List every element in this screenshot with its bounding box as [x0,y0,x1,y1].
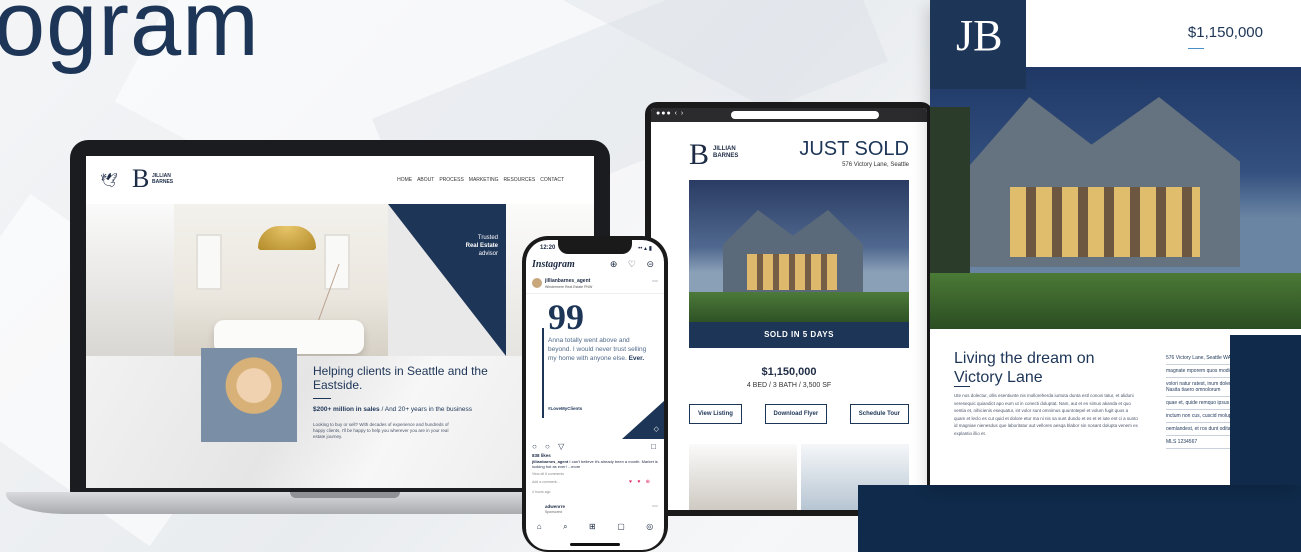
listing-specs: 4 BED / 3 BATH / 3,500 SF [746,382,832,389]
hero-navy-triangle [388,204,506,356]
address-bar[interactable] [731,111,879,119]
listing-photo: SOLD IN 5 DAYS [689,180,909,348]
download-flyer-button[interactable]: Download Flyer [764,404,828,424]
trusted-advisor-label: Trusted Real Estate advisor [466,234,498,258]
hero-body: Looking to buy or sell? With decades of … [313,422,449,439]
status-time: 12:20 [540,245,556,251]
lawn [930,273,1301,329]
flyer-body: Ute nos dolectur, ollis esentiunte nis m… [954,393,1138,436]
quote-mark-icon: 99 [548,297,584,337]
browser-chrome: ●●● ‹ › [651,108,927,122]
flyer-navy-side [1230,335,1301,485]
testimonial-text: Anna totally went above and beyond. I wo… [548,336,648,363]
post-action-icons[interactable]: ○ ○ ▽ [532,442,567,451]
post-username[interactable]: jillianbarnes_agent [545,278,590,284]
kitchen-thumbnail[interactable] [689,444,797,510]
instagram-logo: Instagram [532,259,575,270]
hero-rule [313,398,331,399]
schedule-tour-button[interactable]: Schedule Tour [849,404,909,424]
hero-stat: $200+ million in sales / And 20+ years i… [313,406,472,413]
avatar[interactable] [532,278,542,288]
home-indicator [570,543,620,546]
agent-portrait [201,348,297,442]
nav-link-home[interactable]: HOME [397,177,412,183]
header-icons[interactable]: ⊕ ♡ ⊝ [610,259,658,270]
lawn [689,292,909,322]
nav-link-marketing[interactable]: MARKETING [469,177,499,183]
view-listing-button[interactable]: View Listing [689,404,742,424]
tab-bar: ⌂ ⌕ ⊞ ▢ ◎ [526,522,664,540]
reels-icon[interactable]: ⊞ [589,522,596,540]
sold-banner: SOLD IN 5 DAYS [689,322,909,348]
listing-address: 576 Victory Lane, Seattle [842,162,909,168]
laptop-notch [290,492,400,498]
trusted-bold: Real Estate [465,243,498,249]
more-icon[interactable]: ⋯ [652,503,658,510]
post-image: 99 Anna totally went above and beyond. I… [526,293,664,439]
home-icon[interactable]: ⌂ [537,522,542,540]
post-caption: jillianbarnes_agent I can't believe it's… [532,459,660,469]
windermere-logo-icon: 🕊 [100,172,118,188]
bookmark-icon[interactable]: □ [651,442,656,451]
logo-name: JILLIAN BARNES [713,146,739,159]
listing-actions: View Listing Download Flyer Schedule Tou… [689,404,909,424]
trusted-prefix: Trusted [477,235,498,241]
sponsored-username[interactable]: adwenrre [545,504,565,509]
add-comment-input[interactable]: Add a comment... [532,480,559,484]
just-sold-heading: JUST SOLD [799,138,909,160]
phone-screen: 12:20 •• ▴ ▮ Instagram ⊕ ♡ ⊝ jillianbarn… [526,240,664,550]
shop-icon[interactable]: ▢ [617,522,625,540]
phone-notch [558,240,632,254]
nav-link-about[interactable]: ABOUT [417,177,434,183]
more-icon[interactable]: ⋯ [652,278,658,285]
hero-stat-rest: / And 20+ years in the business [379,406,472,413]
listing-price: $1,150,000 [761,366,817,378]
search-icon[interactable]: ⌕ [563,522,567,540]
hero-title: Helping clients in Seattle and the Easts… [313,364,488,392]
laptop-screen: 🕊 B JILLIAN BARNES HOME ABOUT PROCESS MA… [86,156,594,488]
testimonial-bold: Ever. [628,355,645,362]
jb-logo-icon: B [132,164,150,193]
post-time: 4 hours ago [532,490,551,494]
flyer-logo-box: JB [930,0,1026,89]
post-subtitle: Windermere Real Estate PNW [545,285,593,289]
nav-link-resources[interactable]: RESOURCES [504,177,536,183]
hero-image-living-room [174,204,388,356]
site-nav: HOME ABOUT PROCESS MARKETING RESOURCES C… [397,177,564,183]
sponsored-label: Sponsored [545,510,562,514]
jb-logo-icon: B [689,138,710,171]
flyer-title: Living the dream on Victory Lane [954,350,1095,386]
hero-stat-bold: $200+ million in sales [313,406,380,413]
windermere-logo-icon: ◇ [653,426,659,433]
reaction-icons[interactable]: ♥ ♥ ⊕ [629,479,652,485]
like-count: 838 likes [532,453,551,458]
room-window [196,234,222,290]
house-windows [747,254,837,290]
price-rule [1188,48,1204,49]
view-comments-link[interactable]: View all 6 comments [532,472,564,476]
jb-logo-icon: JB [956,11,1003,60]
hero-image-left [86,204,174,356]
nav-link-contact[interactable]: CONTACT [540,177,564,183]
title-rule [954,386,970,387]
tablet-screen: ●●● ‹ › B JILLIAN BARNES JUST SOLD 576 V… [651,108,927,510]
nav-link-process[interactable]: PROCESS [439,177,463,183]
trees [930,107,970,287]
status-icons: •• ▴ ▮ [638,246,652,252]
trusted-suffix: advisor [478,251,498,257]
quote-bar [542,328,544,418]
flyer-footer [858,485,1301,552]
flyer-photo [930,67,1301,329]
house-windows [1010,187,1200,257]
profile-icon[interactable]: ◎ [646,522,653,540]
hero-navy-panel: Trusted Real Estate advisor [388,204,506,356]
corner-accent [622,401,664,439]
page-headline: ogram [0,0,260,75]
hashtag: #LoveMyClients [548,406,583,411]
pendant-lamp [258,226,316,250]
site-header: 🕊 B JILLIAN BARNES HOME ABOUT PROCESS MA… [86,156,594,204]
flyer-price: $1,150,000 [1187,24,1263,41]
site-logo-name: JILLIAN BARNES [152,173,174,185]
window-controls[interactable]: ●●● ‹ › [656,110,684,117]
